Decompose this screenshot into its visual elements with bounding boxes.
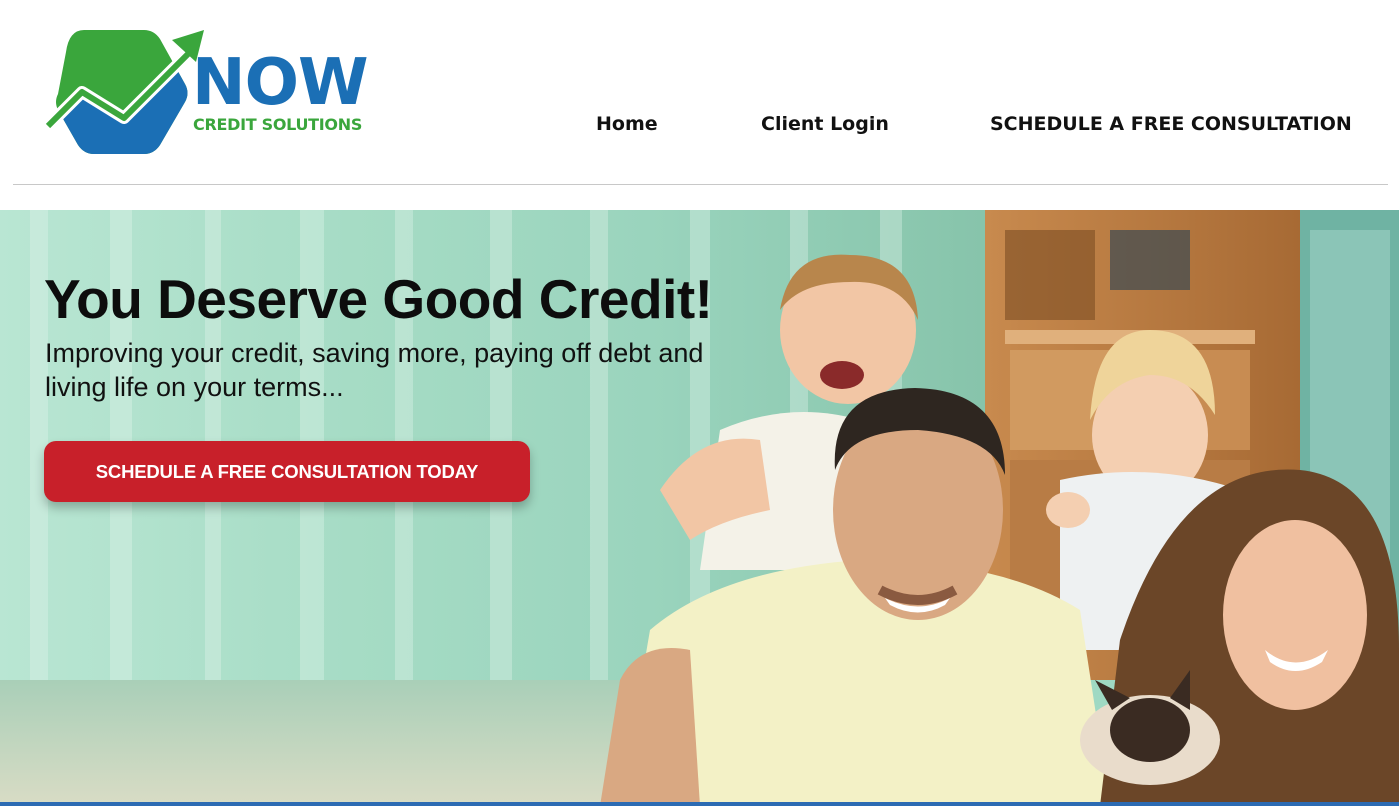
hero-subtitle: Improving your credit, saving more, payi… xyxy=(45,338,704,402)
cta-label: SCHEDULE A FREE CONSULTATION TODAY xyxy=(95,460,479,482)
nav-home-link[interactable]: Home xyxy=(596,112,658,136)
nav-client-login-link[interactable]: Client Login xyxy=(761,112,889,136)
schedule-consultation-button[interactable]: SCHEDULE A FREE CONSULTATION TODAY xyxy=(44,441,530,502)
logo-wordmark: NOW xyxy=(192,46,369,120)
growth-arrow-hexagon-icon xyxy=(44,30,204,154)
logo[interactable]: NOW CREDIT SOLUTIONS xyxy=(44,26,389,156)
hero-banner: You Deserve Good Credit! Improving your … xyxy=(0,210,1399,806)
header-divider xyxy=(13,184,1388,185)
nav-schedule-consultation-link[interactable]: SCHEDULE A FREE CONSULTATION xyxy=(990,112,1352,136)
site-header: NOW CREDIT SOLUTIONS Home Client Login S… xyxy=(0,0,1399,186)
logo-tagline: CREDIT SOLUTIONS xyxy=(193,115,363,134)
hero-title: You Deserve Good Credit! xyxy=(44,268,713,330)
hero-bottom-bar xyxy=(0,802,1399,806)
